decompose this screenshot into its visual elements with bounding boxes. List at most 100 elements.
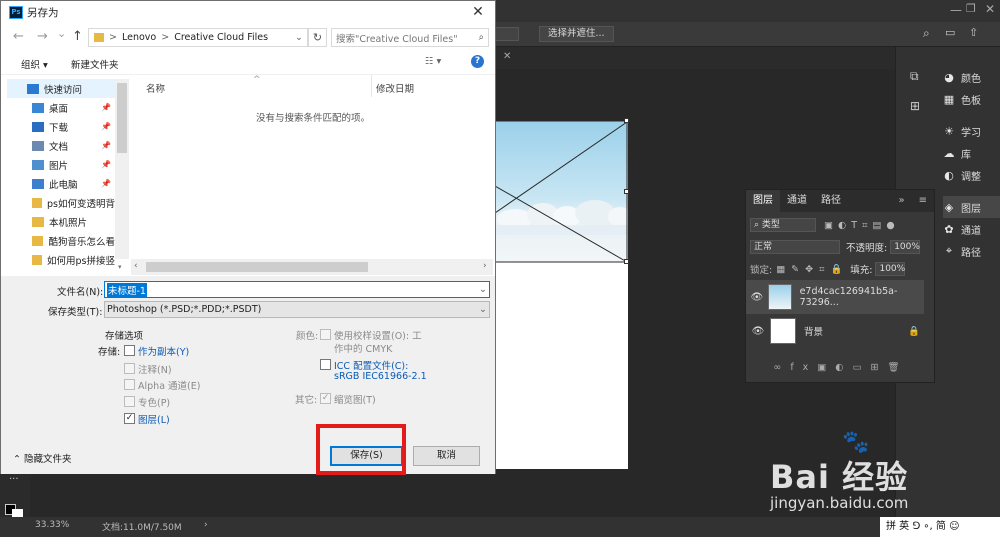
column-name[interactable]: 名称 [146,81,165,95]
storage-checkbox[interactable] [124,345,135,356]
document-info[interactable]: 文档:11.0M/7.50M [102,520,182,533]
thumbnail-checkbox[interactable]: ✓ [320,393,331,404]
back-arrow-icon[interactable]: ← [13,29,24,44]
hide-folders-toggle[interactable]: ⌃ 隐藏文件夹 [13,451,72,465]
storage-checkbox[interactable] [124,396,135,407]
panel-item[interactable]: ☁ 库 [943,142,1000,164]
panel-menu-icon[interactable]: ≡ [912,190,934,212]
tree-item[interactable]: 下载 📌 [7,117,115,136]
new-folder-button[interactable]: 新建文件夹 [71,57,119,71]
storage-checkbox[interactable] [124,379,135,390]
tree-item[interactable]: 如何用ps拼接竖 [7,250,115,269]
search-icon[interactable]: ⌕ [923,26,930,41]
ime-toolbar[interactable]: 拼 英 ⅁ ∘, 简 ☺ [880,517,1000,537]
scroll-right-icon[interactable]: › [483,261,487,271]
transform-selection[interactable] [495,121,629,263]
zoom-level[interactable]: 33.33% [35,520,69,530]
tree-item[interactable]: 本机照片 [7,212,115,231]
chevron-down-icon[interactable]: ⌄ [295,32,303,43]
tab-channels[interactable]: 通道 [780,190,814,212]
panel-item[interactable]: ☀ 学习 [943,120,1000,142]
history-icon[interactable]: ⧉ [910,69,919,84]
status-menu-icon[interactable]: › [204,520,208,530]
search-input[interactable]: 搜索"Creative Cloud Files" ⌕ [331,28,489,47]
lock-icons[interactable]: ▦✎✥⌗🔒 [776,264,848,275]
help-icon[interactable]: ? [471,55,484,68]
collapse-icon[interactable]: » [891,190,911,212]
tree-item[interactable]: ps如何变透明背 [7,193,115,212]
tree-item[interactable]: 此电脑 📌 [7,174,115,193]
tree-item[interactable]: 快速访问 [7,79,115,98]
storage-checkbox[interactable] [124,363,135,374]
panel-item[interactable]: ◈ 图层 [943,196,1000,218]
minimize-icon[interactable]: — [950,3,962,17]
recent-dropdown-icon[interactable]: ⌄ [57,27,66,40]
organize-menu[interactable]: 组织 ▾ [21,57,48,71]
refresh-button[interactable]: ↻ [308,28,327,47]
fill-input[interactable]: 100% [875,262,906,276]
chevron-down-icon[interactable]: ⌄ [479,284,487,295]
eye-icon[interactable]: 👁 [746,292,768,303]
share-icon[interactable]: ⇧ [969,26,978,39]
transform-handle[interactable] [624,118,629,123]
storage-option-label[interactable]: 图层(L) [138,412,170,426]
layers-footer-icons[interactable]: ∞fx▣◐▭⊞🗑 [746,362,936,373]
layer-row[interactable]: 👁 背景 🔒 [746,314,924,348]
storage-option-label[interactable]: Alpha 通道(E) [138,378,200,392]
column-date[interactable]: 修改日期 [376,81,414,95]
panel-item[interactable]: ⌖ 路径 [943,240,1000,262]
close-app-icon[interactable]: ✕ [985,2,995,16]
restore-icon[interactable]: ❐ [966,2,976,15]
layer-row[interactable]: 👁 e7d4cac126941b5a-73296... [746,280,924,314]
tab-paths[interactable]: 路径 [814,190,848,212]
tree-scrollbar-thumb[interactable] [117,83,127,153]
properties-icon[interactable]: ⊞ [910,99,920,113]
eye-icon[interactable]: 👁 [746,326,770,337]
transform-handle[interactable] [624,259,629,264]
storage-option-label[interactable]: 作为副本(Y) [138,344,189,358]
cancel-button[interactable]: 取消 [413,446,480,466]
color-checkbox[interactable] [320,359,331,370]
scroll-down-icon[interactable]: ▾ [118,263,122,271]
background-color-swatch[interactable] [12,509,23,517]
pin-icon: 📌 [101,141,111,150]
up-arrow-icon[interactable]: ↑ [72,29,83,44]
workspace-icon[interactable]: ▭ [945,26,955,39]
storage-option-label[interactable]: 专色(P) [138,395,170,409]
transform-handle[interactable] [624,189,629,194]
panel-item[interactable]: ◕ 颜色 [943,66,1000,88]
more-tools-icon[interactable]: ··· [9,474,19,485]
layer-filter-icons[interactable]: ▣◐T⌗▤● [824,220,900,231]
tree-item[interactable]: 文档 📌 [7,136,115,155]
blend-mode-select[interactable]: 正常 [750,240,840,254]
view-options-icon[interactable]: ☷ ▾ [425,56,441,67]
list-scrollbar-thumb[interactable] [146,262,368,272]
breadcrumb-lenovo[interactable]: Lenovo [122,32,156,43]
tree-item[interactable]: 酷狗音乐怎么看 [7,231,115,250]
thumbnail-option[interactable]: 缩览图(T) [334,392,376,406]
address-bar[interactable]: > Lenovo > Creative Cloud Files ⌄ [88,28,308,47]
color-option-label[interactable]: ICC 配置文件(C): [334,358,408,372]
close-tab-icon[interactable]: ✕ [503,51,511,62]
color-option-label[interactable]: 使用校样设置(O): 工 [334,328,422,342]
storage-checkbox[interactable]: ✓ [124,413,135,424]
tree-item[interactable]: 图片 📌 [7,155,115,174]
close-icon[interactable]: ✕ [461,1,495,23]
panel-item[interactable]: ◐ 调整 [943,164,1000,186]
tree-item[interactable]: 桌面 📌 [7,98,115,117]
opacity-input[interactable]: 100% [890,240,921,254]
tab-layers[interactable]: 图层 [746,190,780,212]
breadcrumb-creative-cloud[interactable]: Creative Cloud Files [174,32,268,43]
select-and-mask-button[interactable]: 选择并遮住... [539,26,614,42]
scroll-left-icon[interactable]: ‹ [134,261,138,271]
panel-item[interactable]: ✿ 通道 [943,218,1000,240]
forward-arrow-icon[interactable]: → [37,29,48,44]
filetype-select[interactable]: Photoshop (*.PSD;*.PDD;*.PSDT) ⌄ [104,301,490,318]
layer-kind-filter[interactable]: ⌕ 类型 [750,218,816,232]
chevron-down-icon[interactable]: ⌄ [479,304,487,315]
storage-option-label[interactable]: 注释(N) [138,362,172,376]
color-checkbox[interactable] [320,329,331,340]
options-field[interactable] [495,27,519,41]
panel-item[interactable]: ▦ 色板 [943,88,1000,110]
filename-input[interactable]: 未标题-1 ⌄ [104,281,490,298]
